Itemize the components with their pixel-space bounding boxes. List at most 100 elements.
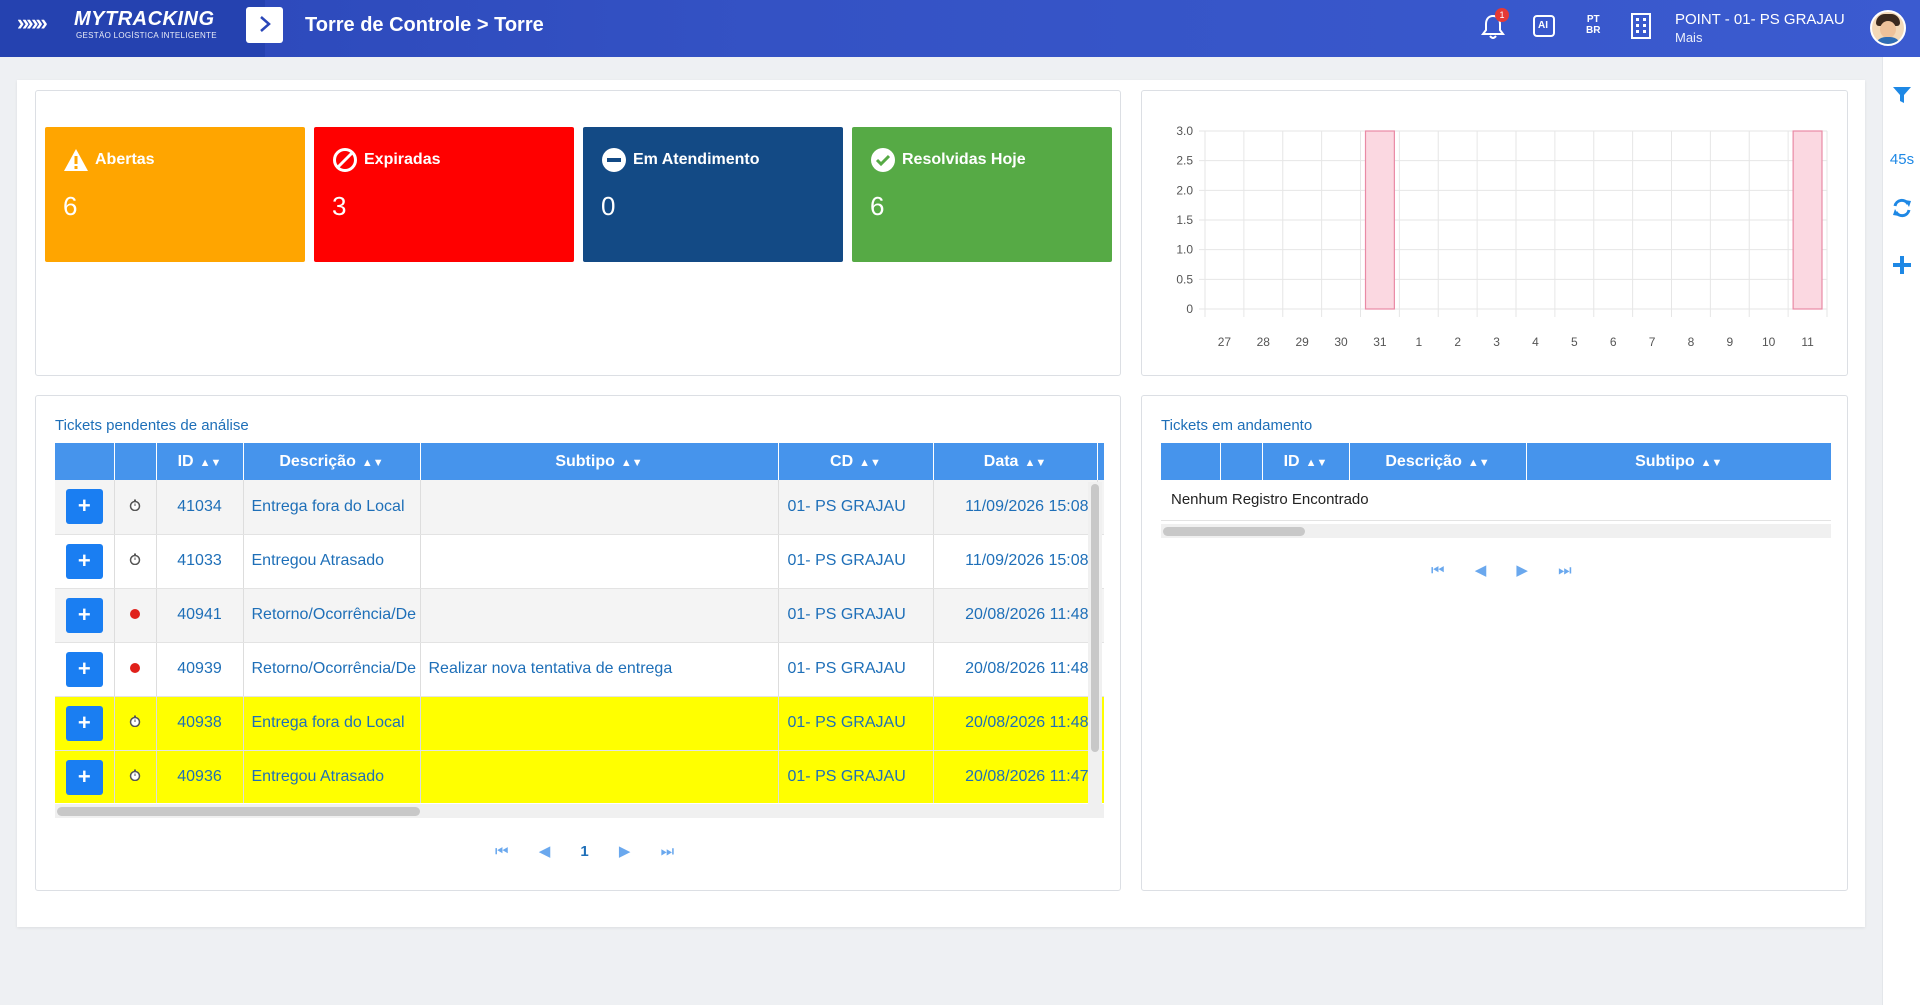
col-subtipo[interactable]: Subtipo ▲▼ — [1526, 443, 1831, 480]
table-row[interactable]: +40938 Entrega fora do Local 01- PS GRAJAU… — [55, 696, 1104, 751]
pending-table-wrap: ID ▲▼ Descrição ▲▼ Subtipo ▲▼ CD ▲▼ Data ▲▼ +… — [55, 443, 1104, 803]
avatar[interactable] — [1870, 10, 1906, 46]
pending-title: Tickets pendentes de análise — [55, 417, 249, 434]
col-action — [55, 443, 115, 480]
table-row[interactable]: +40941 Retorno/Ocorrência/De 01- PS GRAJAU… — [55, 588, 1104, 643]
x-tick-label: 27 — [1218, 335, 1232, 349]
first-page-button[interactable]: ⏮ — [1431, 562, 1445, 579]
col-data[interactable]: Data ▲▼ — [933, 443, 1098, 480]
cell-data: 20/08/2026 11:48 — [933, 588, 1098, 643]
table-row[interactable]: +41033 Entregou Atrasado 01- PS GRAJAU 11/0… — [55, 534, 1104, 589]
cell-cd: 01- PS GRAJAU — [778, 696, 934, 751]
cell-id: 40939 — [156, 642, 244, 697]
inprogress-panel: Tickets em andamento ID ▲▼ Descrição ▲▼ Su… — [1141, 395, 1848, 891]
ai-assistant-button[interactable]: AI — [1532, 13, 1558, 45]
add-button[interactable] — [1883, 255, 1920, 280]
col-id[interactable]: ID ▲▼ — [1262, 443, 1350, 480]
card-value: 3 — [332, 191, 347, 221]
empty-row: Nenhum Registro Encontrado — [1161, 480, 1831, 521]
horizontal-scrollbar[interactable] — [55, 804, 1104, 818]
refresh-timer[interactable]: 45s — [1883, 151, 1920, 168]
language-selector[interactable]: PT BR — [1586, 14, 1600, 36]
expand-row-button[interactable]: + — [65, 597, 103, 633]
stopwatch-icon — [129, 553, 141, 566]
cell-subtipo: Realizar nova tentativa de entrega — [420, 642, 779, 697]
vertical-scrollbar[interactable] — [1088, 482, 1102, 804]
cell-cd: 01- PS GRAJAU — [778, 750, 934, 803]
building-button[interactable] — [1630, 12, 1652, 46]
expand-row-button[interactable]: + — [65, 489, 103, 525]
refresh-button[interactable] — [1883, 197, 1920, 224]
sort-icon: ▲▼ — [1305, 456, 1328, 469]
last-page-button[interactable]: ⏭ — [661, 843, 675, 860]
x-tick-label: 3 — [1493, 335, 1500, 349]
horizontal-scrollbar[interactable] — [1161, 524, 1831, 538]
stopwatch-icon — [129, 769, 141, 782]
y-tick-label: 3.0 — [1176, 124, 1193, 138]
current-page[interactable]: 1 — [580, 843, 588, 860]
logo[interactable]: »»» MYTRACKING GESTÃO LOGÍSTICA INTELIGE… — [0, 0, 265, 57]
x-tick-label: 10 — [1762, 335, 1776, 349]
table-row[interactable]: +40939 Retorno/Ocorrência/De Realizar nova… — [55, 642, 1104, 697]
col-descricao[interactable]: Descrição ▲▼ — [1349, 443, 1527, 480]
main-container: Abertas 6 Expiradas 3 Em Atendimento 0 R… — [17, 80, 1865, 927]
cell-descricao: Entregou Atrasado — [243, 750, 421, 803]
expand-row-button[interactable]: + — [65, 759, 103, 795]
expand-row-button[interactable]: + — [65, 543, 103, 579]
first-page-button[interactable]: ⏮ — [495, 843, 509, 860]
card-value: 6 — [870, 191, 885, 221]
card-em-atendimento[interactable]: Em Atendimento 0 — [583, 127, 843, 262]
table-row[interactable]: +41034 Entrega fora do Local 01- PS GRAJAU… — [55, 480, 1104, 535]
x-tick-label: 7 — [1649, 335, 1656, 349]
next-page-button[interactable]: ▶ — [619, 842, 631, 860]
x-tick-label: 30 — [1334, 335, 1348, 349]
expand-row-button[interactable]: + — [65, 651, 103, 687]
card-value: 0 — [601, 191, 616, 221]
pending-pager: ⏮ ◀ 1 ▶ ⏭ — [495, 842, 700, 860]
prev-page-button[interactable]: ◀ — [539, 842, 551, 860]
y-tick-label: 0.5 — [1176, 272, 1193, 286]
chevron-right-icon — [259, 16, 271, 32]
card-title: Em Atendimento — [633, 151, 760, 168]
col-subtipo[interactable]: Subtipo ▲▼ — [420, 443, 779, 480]
minus-circle-icon — [602, 148, 626, 172]
cell-descricao: Entrega fora do Local — [243, 696, 421, 751]
x-tick-label: 2 — [1454, 335, 1461, 349]
col-descricao[interactable]: Descrição ▲▼ — [243, 443, 421, 480]
cell-data: 11/09/2026 15:08 — [933, 534, 1098, 589]
check-circle-icon — [871, 148, 895, 172]
right-rail: 45s — [1882, 57, 1920, 1005]
x-tick-label: 28 — [1257, 335, 1271, 349]
card-resolvidas-hoje[interactable]: Resolvidas Hoje 6 — [852, 127, 1112, 262]
col-id[interactable]: ID ▲▼ — [156, 443, 244, 480]
next-page-button[interactable]: ▶ — [1516, 561, 1528, 579]
card-expiradas[interactable]: Expiradas 3 — [314, 127, 574, 262]
table-header-row: ID ▲▼ Descrição ▲▼ Subtipo ▲▼ CD ▲▼ Data ▲▼ — [55, 443, 1104, 480]
card-title: Abertas — [95, 151, 155, 168]
logo-subtitle: GESTÃO LOGÍSTICA INTELIGENTE — [76, 31, 217, 40]
cell-id: 40936 — [156, 750, 244, 803]
filter-button[interactable] — [1883, 85, 1920, 110]
status-red-dot-icon — [130, 663, 140, 673]
table-row[interactable]: +40936 Entregou Atrasado 01- PS GRAJAU 20/0… — [55, 750, 1104, 803]
stopwatch-icon — [129, 499, 141, 511]
menu-toggle-button[interactable] — [246, 7, 283, 43]
col-cd[interactable]: CD ▲▼ — [778, 443, 934, 480]
point-title[interactable]: POINT - 01- PS GRAJAU — [1675, 11, 1845, 28]
prev-page-button[interactable]: ◀ — [1475, 561, 1487, 579]
x-tick-label: 5 — [1571, 335, 1578, 349]
cell-id: 40938 — [156, 696, 244, 751]
cell-id: 40941 — [156, 588, 244, 643]
expand-row-button[interactable]: + — [65, 705, 103, 741]
table-header-row: ID ▲▼ Descrição ▲▼ Subtipo ▲▼ — [1161, 443, 1831, 480]
sort-icon: ▲▼ — [199, 456, 222, 469]
cell-data: 20/08/2026 11:48 — [933, 642, 1098, 697]
refresh-icon — [1893, 198, 1911, 218]
sort-icon: ▲▼ — [1700, 456, 1723, 469]
card-abertas[interactable]: Abertas 6 — [45, 127, 305, 262]
sort-icon: ▲▼ — [620, 456, 643, 469]
last-page-button[interactable]: ⏭ — [1558, 562, 1572, 579]
cell-descricao: Entregou Atrasado — [243, 534, 421, 589]
breadcrumb: Torre de Controle > Torre — [305, 14, 544, 36]
point-more-link[interactable]: Mais — [1675, 30, 1702, 45]
